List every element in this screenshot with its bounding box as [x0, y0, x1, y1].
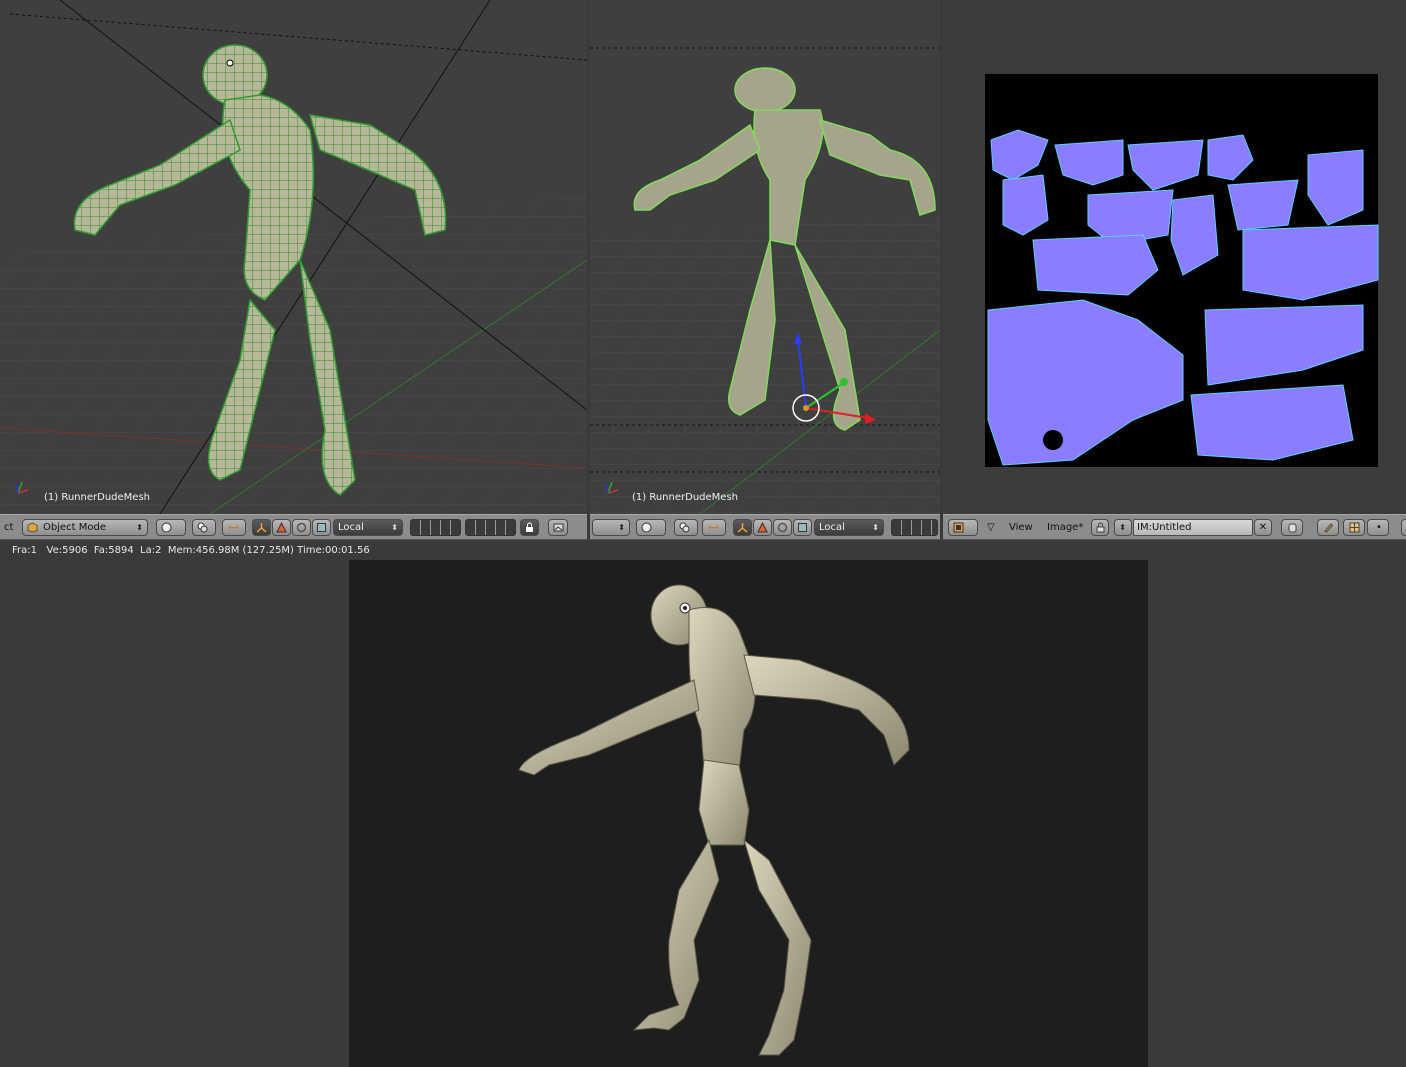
object-name-label: (1) RunnerDudeMesh [44, 492, 150, 503]
transform-manipulator-icon [737, 523, 748, 533]
dropdown-arrow-icon: ⬍ [1119, 523, 1126, 532]
pivot-point-dropdown[interactable] [674, 519, 698, 536]
scale-icon [798, 523, 807, 532]
cut-off-button[interactable] [1401, 519, 1406, 536]
dropdown-arrow-icon: ⬍ [618, 523, 625, 532]
dropdown-arrow-icon: ⬍ [872, 523, 879, 532]
unlink-image-button[interactable]: ✕ [1254, 519, 1272, 536]
dropdown-arrow-icon: ⬍ [391, 523, 398, 532]
rendered-creature [518, 584, 910, 1056]
layer-buttons-group-1[interactable] [891, 519, 938, 536]
rotate-icon [296, 522, 307, 533]
fake-user-button[interactable] [1281, 519, 1303, 536]
pivot-point-dropdown[interactable] [192, 519, 216, 536]
viewport-middle-scene [590, 47, 940, 514]
draw-mode-button[interactable]: • [1367, 519, 1389, 536]
rotate-manipulator-button[interactable] [292, 519, 311, 536]
status-bar-text: Fra:1 Ve:5906 Fa:5894 La:2 Mem:456.98M (… [12, 545, 370, 556]
uv-sync-button[interactable] [1343, 519, 1365, 536]
mode-dropdown[interactable]: ⬍ [592, 519, 630, 536]
shading-sphere-icon [641, 522, 652, 533]
render-icon [553, 523, 564, 532]
snap-toggle-button[interactable] [222, 519, 246, 536]
editor-type-button[interactable] [948, 519, 978, 536]
render-output [349, 560, 1148, 1067]
menu-image[interactable]: Image* [1047, 519, 1083, 536]
manipulator-toggle-button[interactable] [252, 519, 271, 536]
transform-manipulator-icon [256, 523, 267, 533]
object-name-label: (1) RunnerDudeMesh [632, 492, 738, 503]
mode-dropdown-label: Object Mode [43, 522, 106, 533]
viewport-shading-dropdown[interactable] [156, 519, 186, 536]
image-editor[interactable] [943, 0, 1406, 514]
image-name-value: IM:Untitled [1137, 522, 1192, 533]
hand-icon [1288, 523, 1297, 533]
status-bar: Fra:1 Ve:5906 Fa:5894 La:2 Mem:456.98M (… [0, 541, 1406, 560]
image-editor-header: ▽ View Image* ⬍ IM:Untitled ✕ • [943, 514, 1406, 540]
image-browse-button[interactable]: ⬍ [1114, 519, 1132, 536]
scale-manipulator-button[interactable] [312, 519, 331, 536]
paint-icon [1324, 523, 1334, 533]
layers-icon [197, 522, 208, 533]
normal-map-image [985, 74, 1379, 467]
scale-manipulator-button[interactable] [793, 519, 812, 536]
pin-icon [1096, 522, 1105, 533]
viewport-shading-dropdown[interactable] [636, 519, 666, 536]
dropdown-arrow-icon: ⬍ [136, 523, 143, 532]
image-editor-icon [953, 522, 964, 533]
header-cut-label: ct [4, 522, 14, 533]
cube-mode-icon [27, 522, 38, 533]
layers-icon [679, 522, 690, 533]
transform-orientation-label: Local [338, 522, 364, 533]
menu-view[interactable]: View [1009, 519, 1033, 536]
shading-sphere-icon [161, 522, 172, 533]
lock-layers-button[interactable] [520, 519, 539, 536]
rotate-manipulator-button[interactable] [773, 519, 792, 536]
translate-icon [276, 522, 287, 533]
mode-dropdown[interactable]: Object Mode ⬍ [22, 519, 148, 536]
lock-icon [526, 522, 533, 532]
snap-icon [708, 524, 719, 531]
layer-buttons-group-1[interactable] [410, 519, 461, 536]
viewport-left-header: ct Object Mode ⬍ Local ⬍ [0, 514, 587, 540]
translate-manipulator-button[interactable] [753, 519, 772, 536]
translate-manipulator-button[interactable] [272, 519, 291, 536]
viewport-middle-header: ⬍ Local ⬍ [590, 514, 940, 540]
scale-icon [317, 523, 326, 532]
uv-hole [1043, 430, 1063, 450]
transform-orientation-dropdown[interactable]: Local ⬍ [814, 519, 884, 536]
viewport-left-scene [0, 0, 587, 514]
image-name-field[interactable]: IM:Untitled [1133, 519, 1253, 536]
dot-icon: • [1376, 522, 1382, 533]
manipulator-toggle-button[interactable] [733, 519, 752, 536]
viewport-left[interactable]: (1) RunnerDudeMesh [0, 0, 587, 514]
snap-toggle-button[interactable] [702, 519, 726, 536]
collapse-menu-arrow-icon[interactable]: ▽ [987, 519, 995, 536]
viewport-middle[interactable]: (1) RunnerDudeMesh [590, 0, 940, 514]
pin-image-button[interactable] [1091, 519, 1109, 536]
close-icon: ✕ [1258, 522, 1268, 533]
uv-icon [1349, 522, 1360, 533]
snap-icon [228, 524, 239, 531]
transform-orientation-label: Local [819, 522, 845, 533]
paint-mode-button[interactable] [1317, 519, 1339, 536]
render-window [0, 560, 1406, 1067]
layer-buttons-group-2[interactable] [465, 519, 516, 536]
render-preview-button[interactable] [548, 519, 568, 536]
camera-frame [9, 13, 587, 61]
creature-eye [226, 59, 234, 67]
rotate-icon [777, 522, 788, 533]
transform-orientation-dropdown[interactable]: Local ⬍ [333, 519, 403, 536]
translate-icon [757, 522, 768, 533]
